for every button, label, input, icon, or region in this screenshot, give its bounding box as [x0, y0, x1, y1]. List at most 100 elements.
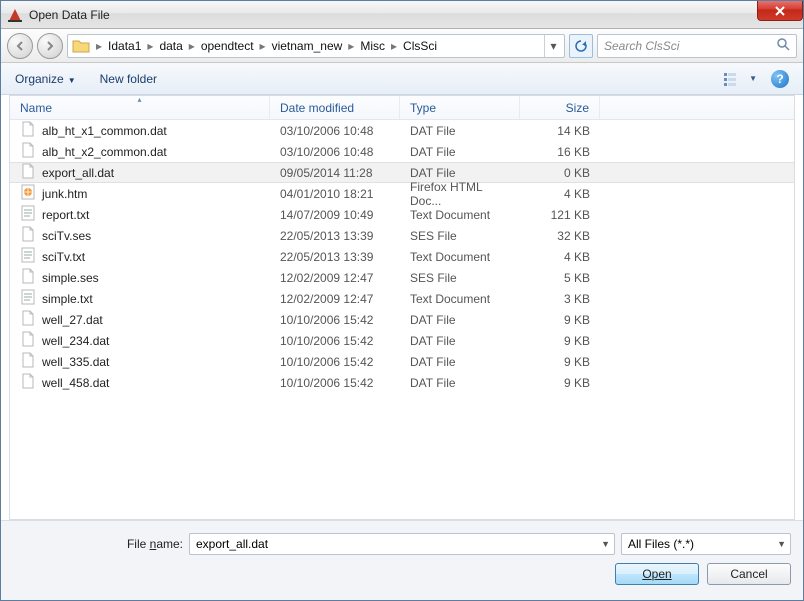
forward-button[interactable] — [37, 33, 63, 59]
breadcrumb-item[interactable]: data — [157, 39, 184, 53]
filter-value: All Files (*.*) — [628, 537, 694, 551]
file-size: 9 KB — [520, 355, 600, 369]
filename-value: export_all.dat — [196, 537, 268, 551]
file-date: 22/05/2013 13:39 — [270, 250, 400, 264]
file-icon — [20, 163, 36, 182]
file-size: 5 KB — [520, 271, 600, 285]
file-size: 3 KB — [520, 292, 600, 306]
search-input[interactable]: Search ClsSci — [597, 34, 797, 58]
chevron-down-icon: ▼ — [749, 74, 757, 83]
bottom-panel: File name: export_all.dat ▼ All Files (*… — [1, 520, 803, 600]
file-date: 12/02/2009 12:47 — [270, 271, 400, 285]
table-row[interactable]: sciTv.txt 22/05/2013 13:39Text Document4 … — [10, 246, 794, 267]
breadcrumb[interactable]: ▸ Idata1 ▸ data ▸ opendtect ▸ vietnam_ne… — [67, 34, 565, 58]
chevron-right-icon: ▸ — [256, 39, 270, 53]
file-type: Text Document — [400, 250, 520, 264]
chevron-down-icon: ▼ — [777, 539, 786, 549]
breadcrumb-item[interactable]: opendtect — [199, 39, 256, 53]
new-folder-button[interactable]: New folder — [100, 72, 157, 86]
file-name: simple.ses — [42, 271, 99, 285]
file-size: 4 KB — [520, 187, 600, 201]
help-button[interactable]: ? — [771, 70, 789, 88]
file-size: 14 KB — [520, 124, 600, 138]
file-icon — [20, 352, 36, 371]
table-row[interactable]: junk.htm04/01/2010 18:21Firefox HTML Doc… — [10, 183, 794, 204]
file-size: 4 KB — [520, 250, 600, 264]
table-row[interactable]: well_335.dat10/10/2006 15:42DAT File9 KB — [10, 351, 794, 372]
file-date: 10/10/2006 15:42 — [270, 313, 400, 327]
refresh-icon — [574, 39, 588, 53]
table-row[interactable]: well_458.dat10/10/2006 15:42DAT File9 KB — [10, 372, 794, 393]
titlebar: Open Data File — [1, 1, 803, 29]
toolbar: Organize ▼ New folder ▼ ? — [1, 63, 803, 95]
file-name: well_234.dat — [42, 334, 109, 348]
chevron-down-icon: ▼ — [601, 539, 610, 549]
file-name: sciTv.txt — [42, 250, 85, 264]
file-date: 03/10/2006 10:48 — [270, 124, 400, 138]
breadcrumb-dropdown[interactable]: ▾ — [544, 35, 562, 57]
column-name[interactable]: ▴ Name — [10, 96, 270, 119]
table-row[interactable]: well_27.dat10/10/2006 15:42DAT File9 KB — [10, 309, 794, 330]
file-date: 22/05/2013 13:39 — [270, 229, 400, 243]
column-name-label: Name — [20, 101, 52, 115]
table-row[interactable]: simple.ses 12/02/2009 12:47SES File5 KB — [10, 267, 794, 288]
search-icon — [776, 37, 790, 54]
refresh-button[interactable] — [569, 34, 593, 58]
file-type-filter[interactable]: All Files (*.*) ▼ — [621, 533, 791, 555]
file-name: well_458.dat — [42, 376, 109, 390]
filename-label: File name: — [13, 537, 183, 551]
file-name: junk.htm — [42, 187, 87, 201]
file-size: 9 KB — [520, 376, 600, 390]
breadcrumb-item[interactable]: Idata1 — [106, 39, 143, 53]
arrow-right-icon — [44, 40, 56, 52]
chevron-down-icon: ▼ — [68, 76, 76, 85]
file-icon — [20, 289, 36, 308]
file-icon — [20, 268, 36, 287]
close-button[interactable] — [757, 1, 803, 21]
breadcrumb-item[interactable]: ClsSci — [401, 39, 439, 53]
chevron-right-icon: ▸ — [185, 39, 199, 53]
column-type[interactable]: Type — [400, 96, 520, 119]
view-options-button[interactable]: ▼ — [723, 71, 757, 87]
table-row[interactable]: simple.txt12/02/2009 12:47Text Document3… — [10, 288, 794, 309]
file-type: SES File — [400, 271, 520, 285]
table-row[interactable]: alb_ht_x2_common.dat03/10/2006 10:48DAT … — [10, 141, 794, 162]
back-button[interactable] — [7, 33, 33, 59]
organize-menu[interactable]: Organize ▼ — [15, 72, 76, 86]
file-name: export_all.dat — [42, 166, 114, 180]
file-type: Text Document — [400, 292, 520, 306]
column-size[interactable]: Size — [520, 96, 600, 119]
file-icon — [20, 184, 36, 203]
file-size: 121 KB — [520, 208, 600, 222]
table-row[interactable]: sciTv.ses22/05/2013 13:39SES File32 KB — [10, 225, 794, 246]
sort-ascending-icon: ▴ — [137, 95, 141, 104]
file-name: simple.txt — [42, 292, 93, 306]
organize-label: Organize — [15, 72, 64, 86]
file-size: 32 KB — [520, 229, 600, 243]
file-type: Firefox HTML Doc... — [400, 180, 520, 208]
file-date: 10/10/2006 15:42 — [270, 355, 400, 369]
file-date: 10/10/2006 15:42 — [270, 334, 400, 348]
breadcrumb-item[interactable]: vietnam_new — [270, 39, 345, 53]
column-headers: ▴ Name Date modified Type Size — [10, 96, 794, 120]
file-icon — [20, 121, 36, 140]
close-icon — [774, 5, 786, 17]
file-icon — [20, 226, 36, 245]
cancel-button[interactable]: Cancel — [707, 563, 791, 585]
file-name: well_27.dat — [42, 313, 103, 327]
table-row[interactable]: well_234.dat10/10/2006 15:42DAT File9 KB — [10, 330, 794, 351]
open-button[interactable]: Open — [615, 563, 699, 585]
filename-input[interactable]: export_all.dat ▼ — [189, 533, 615, 555]
table-row[interactable]: alb_ht_x1_common.dat03/10/2006 10:48DAT … — [10, 120, 794, 141]
search-placeholder: Search ClsSci — [604, 39, 679, 53]
table-row[interactable]: report.txt14/07/2009 10:49Text Document1… — [10, 204, 794, 225]
chevron-right-icon: ▸ — [344, 39, 358, 53]
file-icon — [20, 373, 36, 392]
breadcrumb-item[interactable]: Misc — [358, 39, 387, 53]
chevron-right-icon: ▸ — [143, 39, 157, 53]
file-icon — [20, 247, 36, 266]
file-name: alb_ht_x1_common.dat — [42, 124, 167, 138]
file-type: DAT File — [400, 145, 520, 159]
file-rows: alb_ht_x1_common.dat 03/10/2006 10:48DAT … — [10, 120, 794, 519]
column-date[interactable]: Date modified — [270, 96, 400, 119]
